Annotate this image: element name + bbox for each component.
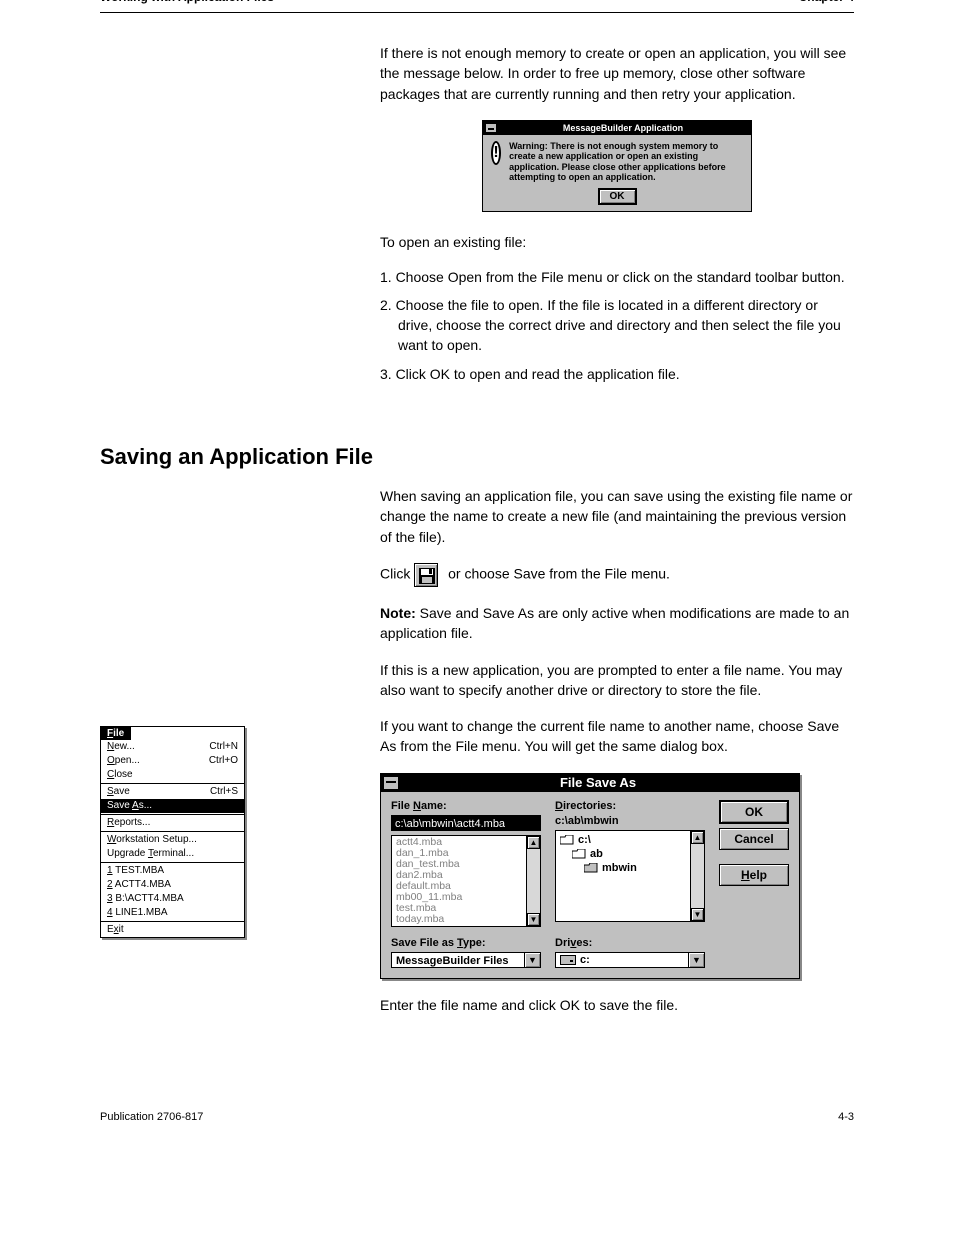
- saving-p4: If you want to change the current file n…: [380, 716, 854, 757]
- menu-item-reports[interactable]: Reports...: [101, 816, 244, 830]
- file-listbox[interactable]: actt4.mba dan_1.mba dan_test.mba dan2.mb…: [391, 835, 541, 927]
- footer-left: Publication 2706-817: [100, 1111, 838, 1123]
- save-as-titlebar: File Save As: [381, 774, 799, 792]
- dir-item-root[interactable]: c:\: [560, 833, 686, 847]
- dir-item-mbwin[interactable]: mbwin: [560, 861, 686, 875]
- saving-note: Note: Save and Save As are only active w…: [380, 603, 854, 644]
- menu-recent-2[interactable]: 2 ACTT4.MBA: [101, 878, 244, 892]
- open-lead: To open an existing file:: [380, 232, 854, 252]
- warning-titlebar: MessageBuilder Application: [483, 121, 751, 135]
- menu-item-exit[interactable]: Exit: [101, 923, 244, 937]
- saving-p3: If this is a new application, you are pr…: [380, 660, 854, 701]
- exclamation-icon: !: [491, 141, 501, 165]
- drive-icon: [560, 955, 576, 965]
- directory-tree[interactable]: c:\ ab mbwin ▲: [555, 830, 705, 922]
- save-as-dialog: File Save As File Name: c:\ab\mbwin\actt…: [380, 773, 800, 979]
- step-3: 3. Click OK to open and read the applica…: [380, 364, 854, 384]
- intro-paragraph: If there is not enough memory to create …: [380, 43, 854, 104]
- section-heading-saving: Saving an Application File: [100, 444, 854, 470]
- save-type-label: Save File as Type:: [391, 937, 541, 949]
- filename-input[interactable]: c:\ab\mbwin\actt4.mba: [391, 815, 541, 831]
- filename-label: File Name:: [391, 800, 541, 812]
- file-menu-title[interactable]: File: [101, 727, 131, 740]
- header-rule: [100, 12, 854, 13]
- file-item[interactable]: today.mba: [396, 914, 522, 925]
- dir-item-ab[interactable]: ab: [560, 847, 686, 861]
- saving-p2: Click or choose Save from the File menu.: [380, 563, 854, 587]
- drives-value: c:: [555, 952, 689, 968]
- cancel-button[interactable]: Cancel: [719, 828, 789, 850]
- directories-label: Directories:: [555, 800, 705, 812]
- menu-item-new[interactable]: New...Ctrl+N: [101, 740, 244, 754]
- menu-recent-3[interactable]: 3 B:\ACTT4.MBA: [101, 892, 244, 906]
- menu-item-open[interactable]: Open...Ctrl+O: [101, 754, 244, 768]
- folder-open-icon: [584, 863, 598, 873]
- save-type-value: MessageBuilder Files: [391, 952, 525, 968]
- menu-item-close[interactable]: Close: [101, 768, 244, 782]
- directories-path: c:\ab\mbwin: [555, 815, 705, 827]
- dropdown-icon[interactable]: ▼: [525, 952, 541, 968]
- scroll-down-icon[interactable]: ▼: [527, 913, 540, 926]
- warning-message: Warning: There is not enough system memo…: [509, 141, 743, 182]
- warning-title: MessageBuilder Application: [497, 123, 749, 133]
- dropdown-icon[interactable]: ▼: [689, 952, 705, 968]
- save-as-title: File Save As: [399, 775, 797, 790]
- file-list-scrollbar[interactable]: ▲ ▼: [526, 836, 540, 926]
- drives-label: Drives:: [555, 937, 705, 949]
- saving-p5: Enter the file name and click OK to save…: [380, 995, 854, 1015]
- menu-item-save-as[interactable]: Save As...: [101, 799, 244, 813]
- scroll-down-icon[interactable]: ▼: [691, 908, 704, 921]
- save-floppy-icon[interactable]: [414, 563, 438, 587]
- save-type-combo[interactable]: MessageBuilder Files ▼: [391, 952, 541, 968]
- saving-p1: When saving an application file, you can…: [380, 486, 854, 547]
- warning-ok-button[interactable]: OK: [598, 188, 637, 205]
- menu-item-workstation-setup[interactable]: Workstation Setup...: [101, 833, 244, 847]
- ok-button[interactable]: OK: [719, 800, 789, 824]
- system-menu-icon: [485, 123, 497, 133]
- menu-item-upgrade-terminal[interactable]: Upgrade Terminal...: [101, 847, 244, 861]
- menu-recent-1[interactable]: 1 TEST.MBA: [101, 864, 244, 878]
- footer-page-number: 4-3: [838, 1111, 854, 1123]
- scroll-up-icon[interactable]: ▲: [691, 831, 704, 844]
- warning-dialog: MessageBuilder Application ! Warning: Th…: [482, 120, 752, 212]
- folder-open-icon: [560, 835, 574, 845]
- drives-combo[interactable]: c: ▼: [555, 952, 705, 968]
- menu-recent-4[interactable]: 4 LINE1.MBA: [101, 906, 244, 920]
- system-menu-icon[interactable]: [383, 776, 399, 790]
- menu-item-save[interactable]: SaveCtrl+S: [101, 785, 244, 799]
- file-menu: File New...Ctrl+N Open...Ctrl+O Close Sa…: [100, 726, 245, 938]
- dir-scrollbar[interactable]: ▲ ▼: [690, 831, 704, 921]
- step-1: 1. Choose Open from the File menu or cli…: [380, 267, 854, 287]
- step-2: 2. Choose the file to open. If the file …: [380, 295, 854, 356]
- help-button[interactable]: Help: [719, 864, 789, 886]
- header-left: Working with Application Files: [100, 0, 799, 4]
- scroll-up-icon[interactable]: ▲: [527, 836, 540, 849]
- header-right: Chapter 4: [799, 0, 854, 4]
- folder-open-icon: [572, 849, 586, 859]
